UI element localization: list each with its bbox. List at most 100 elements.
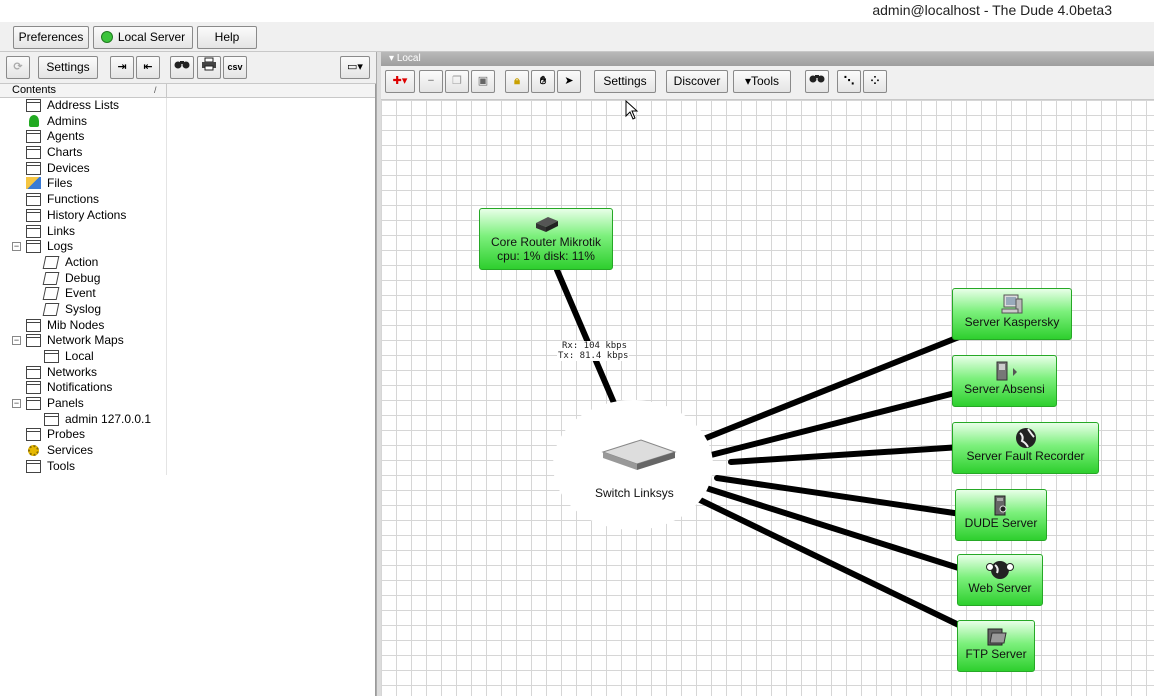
network-map-pane: ▾ Local ✚▾ − ❐ ▣ 🔒︎ ✋︎ ➤ Settings Discov… xyxy=(381,52,1154,696)
link-ftp[interactable] xyxy=(693,495,968,631)
table-icon xyxy=(26,130,41,144)
tree-item-history-actions[interactable]: History Actions xyxy=(0,207,375,224)
log-icon xyxy=(42,271,60,285)
column-separator xyxy=(166,301,167,318)
sort-icon: / xyxy=(154,85,157,95)
auto-layout-icon[interactable]: ⁘ xyxy=(863,70,887,93)
map-settings-button[interactable]: Settings xyxy=(594,70,656,93)
node-dude-server[interactable]: DUDE Server xyxy=(955,489,1047,541)
table-icon xyxy=(26,318,41,332)
tree-item-local[interactable]: Local xyxy=(0,349,375,365)
column-separator xyxy=(166,129,167,146)
column-separator xyxy=(166,239,167,256)
tools-label: Tools xyxy=(751,74,780,88)
layout-icon[interactable]: ⋱ xyxy=(837,70,861,93)
table-icon xyxy=(26,146,41,160)
collapse-toggle-icon[interactable]: − xyxy=(12,336,21,346)
ftp-folder-icon xyxy=(987,628,1007,646)
remove-icon[interactable]: − xyxy=(419,70,443,93)
tree-item-panels[interactable]: − Panels xyxy=(0,396,375,413)
admin-icon xyxy=(29,114,39,127)
link-dude[interactable] xyxy=(714,475,964,517)
tree-item-mib-nodes[interactable]: Mib Nodes xyxy=(0,317,375,334)
tree-item-agents[interactable]: Agents xyxy=(0,129,375,146)
column-separator xyxy=(166,84,167,98)
tree-item-logs[interactable]: − Logs xyxy=(0,239,375,256)
csv-export-button[interactable]: csv xyxy=(223,56,247,79)
node-server-fault-recorder[interactable]: Server Fault Recorder xyxy=(952,422,1099,474)
preferences-button[interactable]: Preferences xyxy=(13,26,89,49)
column-separator xyxy=(166,458,167,475)
tree-item-links[interactable]: Links xyxy=(0,223,375,240)
lock-icon[interactable]: 🔒︎ xyxy=(505,70,529,93)
table-icon xyxy=(44,412,59,426)
tree-item-networks[interactable]: Networks xyxy=(0,364,375,381)
discover-button[interactable]: Discover xyxy=(666,70,728,93)
map-canvas[interactable]: Rx: 104 kbps Tx: 81.4 kbps Core Router M… xyxy=(381,100,1154,696)
tree-item-files[interactable]: Files xyxy=(0,176,375,193)
tree-item-label: Event xyxy=(65,286,96,301)
contents-column-header[interactable]: Contents / xyxy=(0,84,375,98)
tree-item-functions[interactable]: Functions xyxy=(0,192,375,209)
tree-item-admin-127-0-0-1[interactable]: admin 127.0.0.1 xyxy=(0,411,375,428)
link-fault[interactable] xyxy=(728,444,964,465)
switch-icon[interactable] xyxy=(601,438,677,472)
tree-item-devices[interactable]: Devices xyxy=(0,160,375,177)
column-separator xyxy=(166,443,167,460)
link-rx: Rx: 104 kbps xyxy=(562,341,628,351)
server-fault-recorder-label: Server Fault Recorder xyxy=(966,449,1085,463)
print-icon[interactable] xyxy=(197,56,221,79)
server-tower-icon xyxy=(994,495,1007,516)
view-menu-icon[interactable]: ▭▾ xyxy=(340,56,370,79)
table-icon xyxy=(26,208,41,222)
collapse-toggle-icon[interactable]: − xyxy=(12,242,21,252)
tree-item-tools[interactable]: Tools xyxy=(0,458,375,475)
local-server-button[interactable]: Local Server xyxy=(93,26,193,49)
tree-item-charts[interactable]: Charts xyxy=(0,145,375,162)
tree-item-action[interactable]: Action xyxy=(0,254,375,271)
column-separator xyxy=(166,113,167,130)
table-icon xyxy=(26,459,41,473)
collapse-toggle-icon[interactable]: − xyxy=(12,399,21,409)
node-core-router[interactable]: Core Router Mikrotik cpu: 1% disk: 11% xyxy=(479,208,613,270)
tree-item-debug[interactable]: Debug xyxy=(0,270,375,287)
copy-icon[interactable]: ❐ xyxy=(445,70,469,93)
title-bar: admin@localhost - The Dude 4.0beta3 xyxy=(0,0,1154,22)
find-icon[interactable] xyxy=(170,56,194,79)
tree-item-services[interactable]: Services xyxy=(0,443,375,460)
column-separator xyxy=(166,160,167,177)
link-tx: Tx: 81.4 kbps xyxy=(558,351,629,361)
node-ftp-server[interactable]: FTP Server xyxy=(957,620,1035,672)
refresh-icon[interactable]: ⟳ xyxy=(6,56,30,79)
tree-item-event[interactable]: Event xyxy=(0,286,375,303)
table-icon xyxy=(26,397,41,411)
add-icon[interactable]: ✚▾ xyxy=(385,70,415,93)
node-server-absensi[interactable]: Server Absensi xyxy=(952,355,1057,407)
tree-item-address-lists[interactable]: Address Lists xyxy=(0,98,375,114)
help-button[interactable]: Help xyxy=(197,26,257,49)
hand-icon[interactable]: ✋︎ xyxy=(531,70,555,93)
import-icon[interactable]: ⇥ xyxy=(110,56,134,79)
tree-item-probes[interactable]: Probes xyxy=(0,427,375,444)
table-icon xyxy=(26,334,41,348)
column-separator xyxy=(166,427,167,444)
export-icon[interactable]: ⇤ xyxy=(136,56,160,79)
link-web[interactable] xyxy=(703,485,968,573)
link-traffic-label: Rx: 104 kbps Tx: 81.4 kbps xyxy=(557,341,630,361)
tree-item-notifications[interactable]: Notifications xyxy=(0,380,375,397)
link-router-switch[interactable] xyxy=(554,267,620,413)
tree-item-admins[interactable]: Admins xyxy=(0,113,375,130)
contents-settings-button[interactable]: Settings xyxy=(38,56,98,79)
map-find-icon[interactable] xyxy=(805,70,829,93)
node-server-kaspersky[interactable]: Server Kaspersky xyxy=(952,288,1072,340)
paste-icon[interactable]: ▣ xyxy=(471,70,495,93)
tools-dropdown[interactable]: ▾Tools xyxy=(733,70,791,93)
tree-item-syslog[interactable]: Syslog xyxy=(0,301,375,318)
node-web-server[interactable]: Web Server xyxy=(957,554,1043,606)
tree-item-network-maps[interactable]: − Network Maps xyxy=(0,333,375,350)
pointer-icon[interactable]: ➤ xyxy=(557,70,581,93)
window-title: admin@localhost - The Dude 4.0beta3 xyxy=(872,2,1112,18)
computer-icon xyxy=(1001,294,1023,314)
contents-header-label: Contents xyxy=(12,84,57,96)
column-separator xyxy=(166,286,167,303)
